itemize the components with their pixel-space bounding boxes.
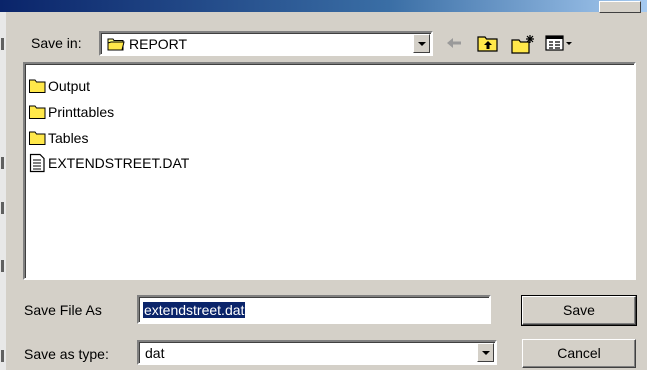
- file-type-label: Save as type:: [24, 346, 109, 362]
- back-arrow-icon[interactable]: [444, 34, 464, 52]
- cancel-button[interactable]: Cancel: [522, 339, 636, 368]
- folder-icon: [107, 38, 125, 51]
- title-bar: [0, 0, 647, 13]
- save-in-label: Save in:: [31, 35, 82, 51]
- save-in-value: REPORT: [129, 36, 188, 52]
- folder-icon: [29, 79, 46, 93]
- folder-icon: [29, 131, 46, 145]
- edge-mark: [1, 38, 4, 50]
- file-type-dropdown-button[interactable]: [477, 343, 494, 362]
- title-bar-buttons[interactable]: [599, 1, 641, 13]
- up-one-level-icon[interactable]: [477, 34, 499, 52]
- save-in-dropdown[interactable]: REPORT: [99, 31, 433, 56]
- create-new-folder-icon[interactable]: [511, 34, 537, 54]
- view-menu-icon[interactable]: [545, 34, 575, 52]
- file-list[interactable]: Output Printtables Tables EXTENDSTREET.D…: [23, 62, 636, 280]
- file-name: Printtables: [48, 104, 115, 120]
- file-name: Tables: [48, 130, 89, 146]
- edge-mark: [1, 157, 4, 169]
- file-name-input[interactable]: extendstreet.dat: [137, 295, 491, 324]
- file-type-dropdown[interactable]: dat: [137, 340, 497, 365]
- file-name: EXTENDSTREET.DAT: [48, 155, 190, 171]
- save-button[interactable]: Save: [521, 295, 637, 326]
- file-name-value: extendstreet.dat: [143, 302, 246, 318]
- save-in-dropdown-button[interactable]: [413, 34, 430, 53]
- file-name-label: Save File As: [24, 302, 102, 318]
- file-name: Output: [48, 78, 91, 94]
- edge-mark: [1, 350, 4, 362]
- document-icon: [29, 153, 45, 173]
- background-window-edge: [0, 12, 6, 370]
- edge-mark: [1, 202, 4, 214]
- edge-mark: [1, 260, 4, 272]
- folder-icon: [29, 105, 46, 119]
- file-type-value: dat: [145, 345, 165, 361]
